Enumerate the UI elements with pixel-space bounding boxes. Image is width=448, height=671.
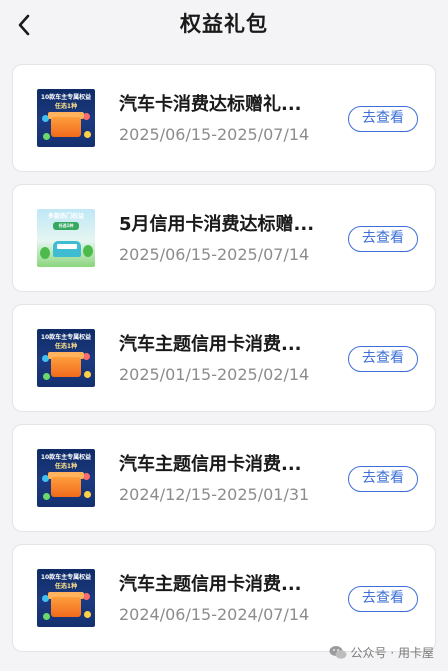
gift-card[interactable]: 多款热门权益 任选1种 5月信用卡消费达标赠... 2025/06/15-202… [12, 184, 436, 292]
thumbnail-subline: 任选1种 [54, 463, 78, 470]
thumbnail-subline: 任选1种 [54, 583, 78, 590]
thumbnail-headline: 10款车主专属权益 [40, 334, 92, 341]
car-benefit-thumbnail: 10款车主专属权益 任选1种 [37, 569, 95, 627]
view-button[interactable]: 去查看 [348, 106, 418, 132]
gift-card[interactable]: 10款车主专属权益 任选1种 汽车主题信用卡消费... 2024/12/15-2… [12, 424, 436, 532]
view-button[interactable]: 去查看 [348, 466, 418, 492]
view-button[interactable]: 去查看 [348, 586, 418, 612]
wechat-icon [329, 645, 347, 659]
gift-name: 汽车主题信用卡消费... [119, 574, 302, 595]
gift-card[interactable]: 10款车主专属权益 任选1种 汽车主题信用卡消费... 2025/01/15-2… [12, 304, 436, 412]
thumbnail-subline: 任选1种 [53, 222, 79, 230]
gift-card[interactable]: 10款车主专属权益 任选1种 汽车卡消费达标赠礼... 2025/06/15-2… [12, 64, 436, 172]
gift-name: 汽车卡消费达标赠礼... [119, 94, 302, 115]
gift-name: 5月信用卡消费达标赠... [119, 214, 315, 235]
gift-name: 汽车主题信用卡消费... [119, 454, 302, 475]
car-benefit-thumbnail: 10款车主专属权益 任选1种 [37, 89, 95, 147]
thumbnail-headline: 10款车主专属权益 [40, 454, 92, 461]
page-title: 权益礼包 [180, 12, 268, 36]
multi-benefit-thumbnail: 多款热门权益 任选1种 [37, 209, 95, 267]
header-bar: 权益礼包 [0, 0, 448, 52]
gift-date-range: 2025/06/15-2025/07/14 [119, 125, 310, 144]
gift-date-range: 2024/06/15-2024/07/14 [119, 605, 310, 624]
watermark-text: 公众号 · 用卡屋 [350, 645, 434, 660]
thumbnail-subline: 任选1种 [54, 343, 78, 350]
car-benefit-thumbnail: 10款车主专属权益 任选1种 [37, 449, 95, 507]
thumbnail-headline: 多款热门权益 [47, 213, 84, 220]
thumbnail-headline: 10款车主专属权益 [40, 94, 92, 101]
gift-date-range: 2025/06/15-2025/07/14 [119, 245, 310, 264]
gift-date-range: 2025/01/15-2025/02/14 [119, 365, 310, 384]
gift-package-list: 10款车主专属权益 任选1种 汽车卡消费达标赠礼... 2025/06/15-2… [12, 64, 436, 664]
view-button[interactable]: 去查看 [348, 226, 418, 252]
thumbnail-subline: 任选1种 [54, 103, 78, 110]
view-button[interactable]: 去查看 [348, 346, 418, 372]
gift-date-range: 2024/12/15-2025/01/31 [119, 485, 310, 504]
gift-card[interactable]: 10款车主专属权益 任选1种 汽车主题信用卡消费... 2024/06/15-2… [12, 544, 436, 652]
thumbnail-headline: 10款车主专属权益 [40, 574, 92, 581]
gift-name: 汽车主题信用卡消费... [119, 334, 302, 355]
watermark: 公众号 · 用卡屋 [329, 643, 434, 661]
car-benefit-thumbnail: 10款车主专属权益 任选1种 [37, 329, 95, 387]
